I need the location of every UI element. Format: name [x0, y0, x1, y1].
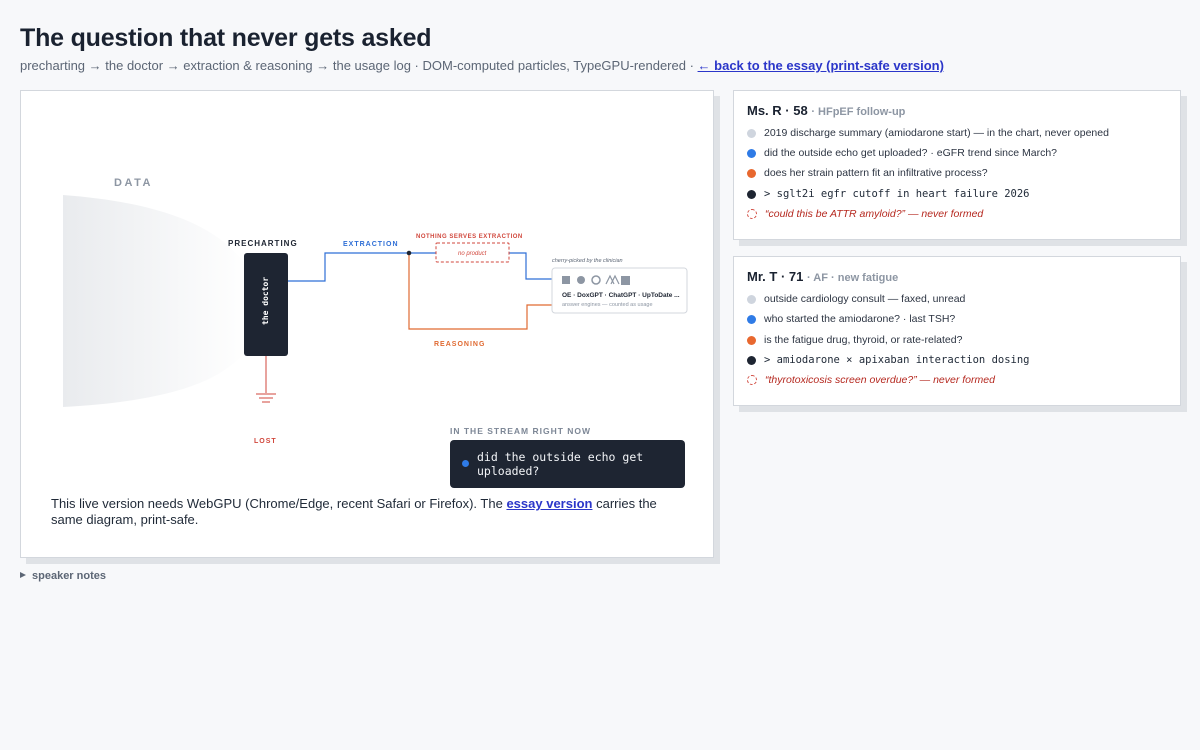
ground-icon	[256, 393, 276, 403]
stream-panel: did the outside echo get uploaded?	[450, 440, 685, 488]
extraction-path	[288, 252, 553, 282]
doctor-label: the doctor	[261, 277, 270, 325]
extraction-question: who started the amiodarone? · last TSH?	[747, 312, 955, 326]
speaker-notes-label: speaker notes	[32, 570, 106, 582]
patient-header: Mr. T · 71 · AF · new fatigue	[747, 269, 898, 284]
never-formed-question: “thyrotoxicosis screen overdue?” — never…	[747, 373, 995, 387]
lost-label: LOST	[254, 438, 277, 445]
orange-dot-icon	[747, 335, 756, 345]
blue-dot-icon	[747, 148, 756, 158]
reasoning-question: does her strain pattern fit an infiltrat…	[747, 166, 988, 180]
patient-card-ms-r: Ms. R · 58 · HFpEF follow-up 2019 discha…	[733, 90, 1181, 240]
stream-label: IN THE STREAM RIGHT NOW	[450, 426, 591, 436]
engines-list: OE · DoxGPT · ChatGPT · UpToDate ...	[562, 292, 680, 299]
extraction-label: EXTRACTION	[343, 241, 399, 248]
patient-context: · HFpEF follow-up	[811, 106, 906, 118]
reasoning-path	[408, 253, 553, 330]
page-title: The question that never gets asked	[20, 24, 432, 52]
search-query-text: > amiodarone × apixaban interaction dosi…	[764, 354, 1030, 366]
data-funnel	[63, 195, 249, 407]
grey-dot-icon	[747, 128, 756, 138]
nothing-serves-label: NOTHING SERVES EXTRACTION	[416, 234, 523, 240]
page-subtitle: precharting → the doctor → extraction & …	[20, 58, 944, 73]
stream-dot	[462, 460, 469, 467]
engine-icon-1	[562, 276, 570, 284]
extraction-question-text: who started the amiodarone? · last TSH?	[764, 313, 956, 325]
blue-dot-icon	[747, 314, 756, 324]
grey-dot-icon	[747, 294, 756, 304]
speaker-notes-toggle[interactable]: speaker notes	[20, 570, 106, 582]
webgpu-note-text: This live version needs WebGPU (Chrome/E…	[51, 496, 503, 511]
reasoning-question: is the fatigue drug, thyroid, or rate-re…	[747, 333, 962, 347]
dashed-circle-icon	[747, 375, 757, 385]
extraction-question: did the outside echo get uploaded? · eGF…	[747, 146, 1057, 160]
patient-context: · AF · new fatigue	[806, 272, 899, 284]
never-formed-question: “could this be ATTR amyloid?” — never fo…	[747, 207, 983, 221]
chart-item: 2019 discharge summary (amiodarone start…	[747, 126, 1109, 140]
data-label: DATA	[114, 177, 153, 189]
back-to-essay-link[interactable]: ← back to the essay (print-safe version)	[698, 58, 944, 73]
dashed-circle-icon	[747, 209, 757, 219]
patient-card-mr-t: Mr. T · 71 · AF · new fatigue outside ca…	[733, 256, 1181, 406]
cherry-picked-label: cherry-picked by the clinician	[552, 258, 623, 264]
chart-item-text: outside cardiology consult — faxed, unre…	[764, 293, 966, 305]
disclosure-triangle-icon	[20, 572, 26, 578]
dark-dot-icon	[747, 355, 756, 365]
essay-version-link[interactable]: essay version	[506, 496, 592, 511]
reasoning-question-text: does her strain pattern fit an infiltrat…	[764, 167, 988, 179]
patient-name: Mr. T · 71	[747, 269, 804, 284]
search-query: > amiodarone × apixaban interaction dosi…	[747, 353, 1030, 367]
branch-node	[406, 250, 412, 256]
no-product-label: no product	[458, 251, 487, 257]
patient-name: Ms. R · 58	[747, 103, 808, 118]
engine-icon-2	[577, 276, 585, 284]
orange-dot-icon	[747, 168, 756, 178]
chart-item-text: 2019 discharge summary (amiodarone start…	[764, 127, 1109, 139]
dark-dot-icon	[747, 189, 756, 199]
precharting-label: PRECHARTING	[228, 239, 298, 248]
search-query-text: > sglt2i egfr cutoff in heart failure 20…	[764, 188, 1030, 200]
extraction-question-text: did the outside echo get uploaded? · eGF…	[764, 147, 1058, 159]
never-formed-text: “could this be ATTR amyloid?” — never fo…	[765, 208, 984, 220]
stream-text: did the outside echo get uploaded?	[477, 450, 644, 478]
patient-header: Ms. R · 58 · HFpEF follow-up	[747, 103, 905, 118]
reasoning-question-text: is the fatigue drug, thyroid, or rate-re…	[764, 334, 963, 346]
search-query: > sglt2i egfr cutoff in heart failure 20…	[747, 187, 1030, 201]
chart-item: outside cardiology consult — faxed, unre…	[747, 292, 965, 306]
reasoning-label: REASONING	[434, 341, 485, 348]
webgpu-note: This live version needs WebGPU (Chrome/E…	[51, 496, 691, 528]
subtitle-text: precharting → the doctor → extraction & …	[20, 58, 694, 73]
engine-icon-5	[621, 276, 630, 285]
diagram-panel: DATA PRECHARTING the doctor LOST EXTRACT…	[20, 90, 714, 558]
engines-caption: answer engines — counted as usage	[562, 302, 653, 308]
never-formed-text: “thyrotoxicosis screen overdue?” — never…	[765, 374, 995, 386]
